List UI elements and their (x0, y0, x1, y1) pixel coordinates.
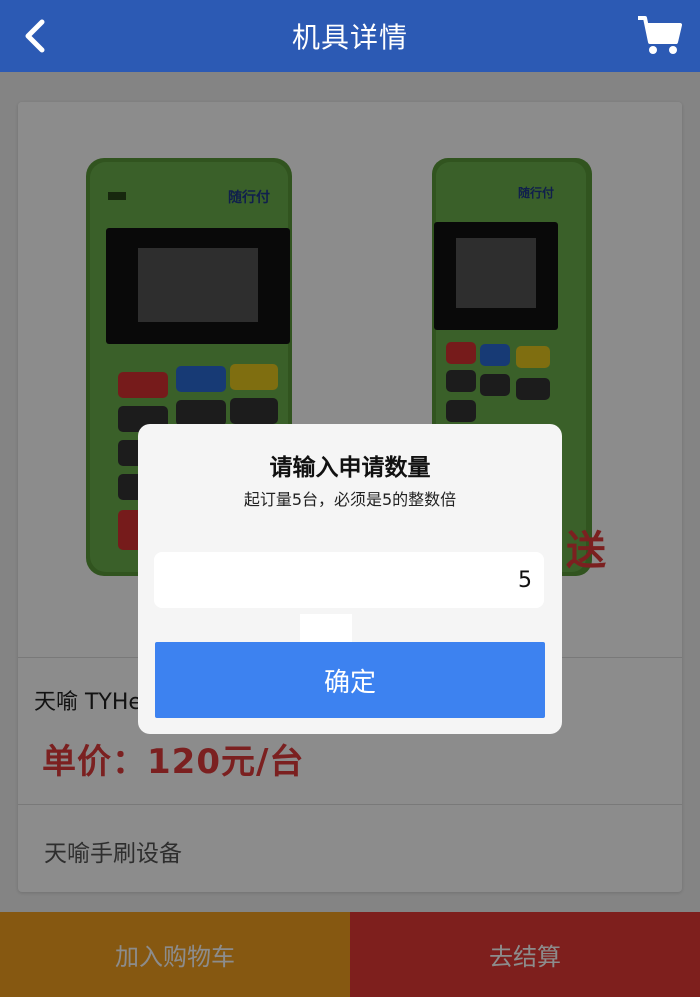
confirm-button[interactable]: 确定 (155, 642, 545, 718)
top-nav-bar: 机具详情 (0, 0, 700, 72)
quantity-dialog: 请输入申请数量 起订量5台，必须是5的整数倍 确定 (138, 424, 562, 734)
dialog-spacer (300, 614, 352, 642)
dialog-subtitle: 起订量5台，必须是5的整数倍 (243, 490, 457, 509)
page-title: 机具详情 (291, 21, 408, 54)
back-button[interactable] (22, 14, 62, 58)
dialog-title: 请输入申请数量 (269, 455, 431, 481)
cart-button[interactable] (636, 12, 684, 60)
shopping-cart-icon (638, 16, 682, 54)
chevron-left-icon (25, 19, 45, 53)
quantity-input[interactable] (154, 552, 544, 608)
